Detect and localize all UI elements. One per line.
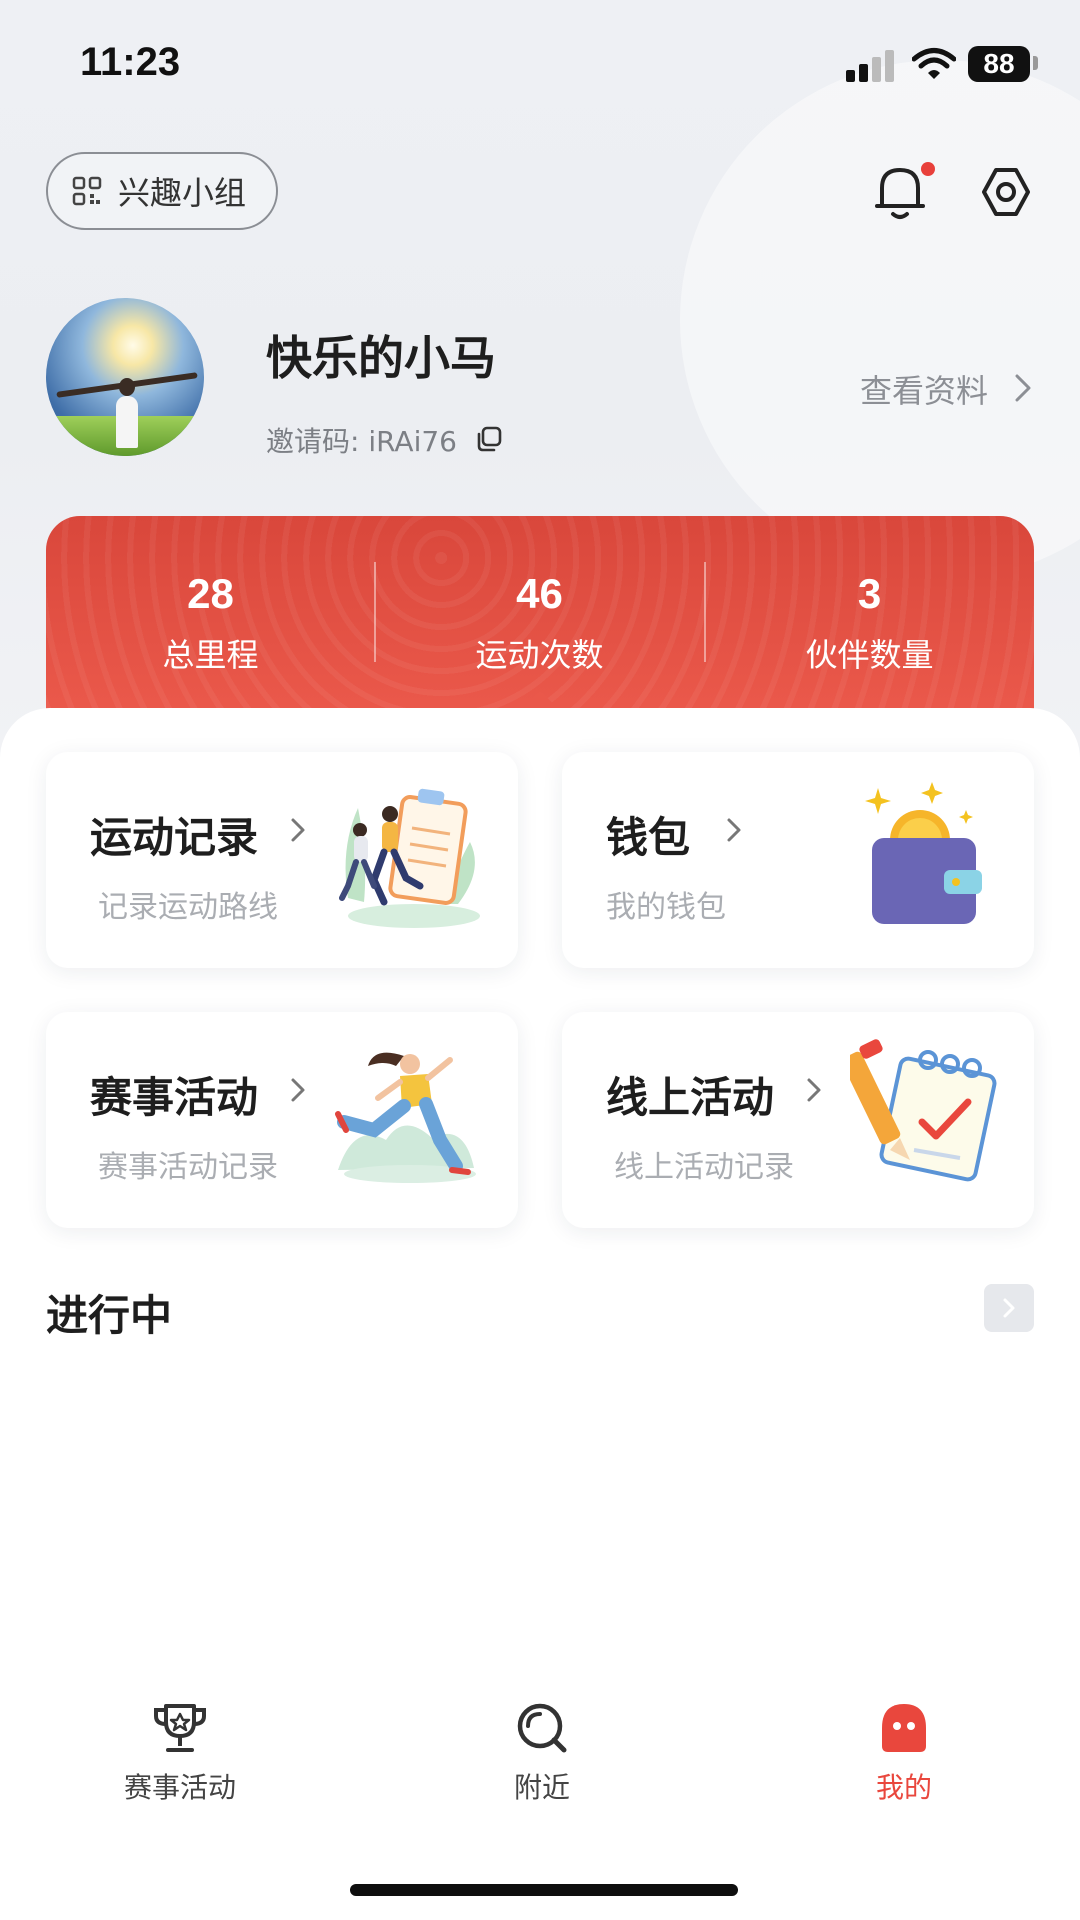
running-couple-clipboard-illustration [339, 788, 480, 928]
card-online-activities[interactable]: 线上活动 线上活动记录 [562, 1012, 1034, 1228]
stat-value: 46 [516, 570, 563, 617]
settings-icon[interactable] [978, 162, 1034, 222]
card-workout-records[interactable]: 运动记录 记录运动路线 [46, 752, 518, 968]
chevron-right-icon [1015, 374, 1031, 402]
wallet-coin-illustration [865, 782, 982, 924]
stat-partner-count[interactable]: 3 伙伴数量 [705, 570, 1034, 676]
card-subtitle: 记录运动路线 [98, 890, 278, 925]
card-subtitle: 线上活动记录 [614, 1150, 794, 1185]
wifi-icon [912, 48, 956, 79]
copy-icon[interactable] [476, 426, 502, 452]
notification-dot [921, 162, 935, 176]
tab-events[interactable]: 赛事活动 [80, 1700, 280, 1806]
chevron-right-icon [807, 1078, 821, 1102]
battery-tip [1033, 56, 1038, 70]
chevron-right-icon [291, 1078, 305, 1102]
chevron-right-icon [1003, 1298, 1015, 1318]
profile-ghost-icon [882, 1704, 926, 1752]
card-title: 运动记录 [90, 813, 259, 862]
tab-label: 我的 [875, 1771, 932, 1804]
status-bar: 11:23 88 [0, 0, 1080, 130]
interest-group-button[interactable]: 兴趣小组 [46, 152, 278, 230]
stat-value: 28 [187, 570, 234, 617]
in-progress-more-button[interactable] [984, 1284, 1034, 1332]
status-time: 11:23 [80, 40, 181, 84]
invite-code: 邀请码: iRAi76 [266, 425, 457, 458]
card-title: 线上活动 [606, 1073, 775, 1122]
battery-indicator: 88 [968, 46, 1030, 82]
grid-icon [72, 176, 102, 206]
home-indicator[interactable] [350, 1884, 738, 1896]
profile-screen: 11:23 88 兴趣小组 快乐的小马 邀请码: iRAi76 查看资料 28 … [0, 0, 1080, 1920]
card-subtitle: 我的钱包 [606, 890, 726, 925]
notepad-pencil-illustration [850, 1039, 997, 1182]
tab-me[interactable]: 我的 [804, 1700, 1004, 1806]
avatar[interactable] [46, 298, 204, 456]
chevron-right-icon [727, 818, 741, 842]
user-name: 快乐的小马 [266, 331, 496, 385]
card-title: 钱包 [606, 813, 691, 862]
card-subtitle: 赛事活动记录 [98, 1150, 278, 1185]
card-wallet[interactable]: 钱包 我的钱包 [562, 752, 1034, 968]
interest-group-label: 兴趣小组 [118, 174, 247, 212]
trophy-icon [154, 1704, 206, 1752]
stat-workout-count[interactable]: 46 运动次数 [375, 570, 704, 676]
stat-label: 总里程 [162, 636, 259, 674]
chevron-right-icon [291, 818, 305, 842]
view-profile-link[interactable]: 查看资料 [860, 366, 988, 412]
stat-label: 运动次数 [475, 636, 604, 674]
bell-icon[interactable] [872, 162, 928, 222]
tab-nearby[interactable]: 附近 [442, 1700, 642, 1806]
stat-total-distance[interactable]: 28 总里程 [46, 570, 375, 676]
stat-label: 伙伴数量 [805, 636, 934, 674]
card-title: 赛事活动 [90, 1073, 259, 1122]
cellular-signal-icon [846, 50, 896, 82]
running-woman-illustration [335, 1052, 476, 1183]
stat-value: 3 [857, 570, 882, 617]
in-progress-title: 进行中 [46, 1291, 173, 1340]
card-event-activities[interactable]: 赛事活动 赛事活动记录 [46, 1012, 518, 1228]
tab-label: 附近 [513, 1771, 570, 1804]
nearby-search-icon [517, 1703, 567, 1753]
tab-label: 赛事活动 [123, 1771, 236, 1804]
